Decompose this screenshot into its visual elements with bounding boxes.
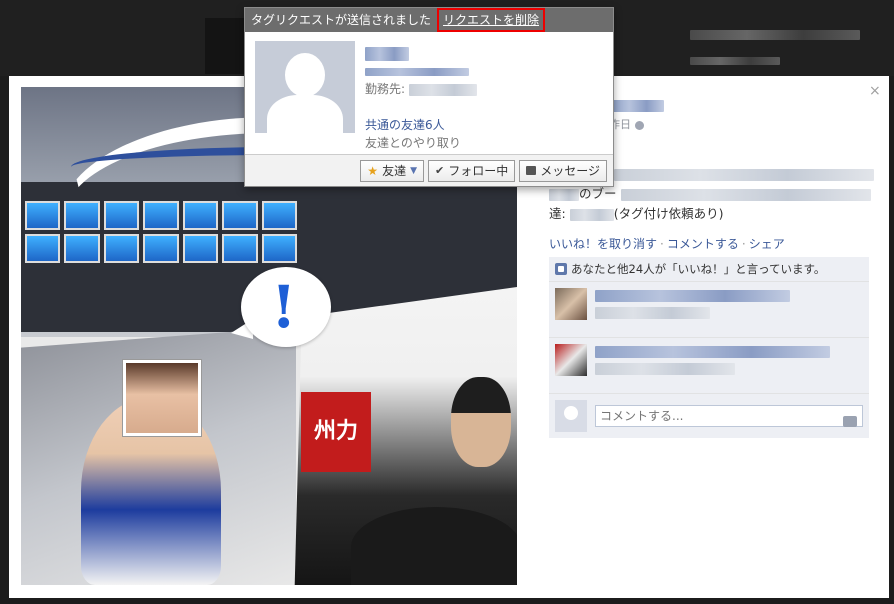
remove-request-link[interactable]: リクエストを削除 <box>437 8 546 32</box>
message-button-label: メッセージ <box>540 164 600 178</box>
viewer-avatar <box>555 400 587 432</box>
commenter-avatar[interactable] <box>555 288 587 320</box>
comment-text-blurred <box>595 344 830 387</box>
speech-bubble: ! <box>241 267 331 347</box>
thumbs-up-icon <box>555 263 567 275</box>
profile-hovercard: タグリクエストが送信されました リクエストを削除 勤務先: 共通の友達6人 友達… <box>244 7 614 187</box>
friend-button[interactable]: ★ 友達 ▼ <box>360 159 424 182</box>
likes-text: あなたと他24人が「いいね！」と言っています。 <box>571 262 826 276</box>
photo-person-foreground <box>351 507 517 585</box>
ufi-box: あなたと他24人が「いいね！」と言っています。 <box>549 257 869 438</box>
interactions-link[interactable]: 友達とのやり取り <box>365 134 477 152</box>
likes-summary[interactable]: あなたと他24人が「いいね！」と言っています。 <box>549 257 869 282</box>
photo-sign: 州力 <box>301 392 371 472</box>
profile-avatar[interactable] <box>255 41 355 133</box>
audience-icon <box>634 120 644 130</box>
comment-text-blurred <box>595 288 790 331</box>
share-link[interactable]: シェア <box>749 237 785 251</box>
work-label: 勤務先: <box>365 82 406 96</box>
commenter-avatar[interactable] <box>555 344 587 376</box>
chevron-down-icon: ▼ <box>410 165 417 176</box>
exclamation-icon: ! <box>271 273 297 341</box>
background-thumbnail <box>205 18 245 74</box>
mutual-friends-link[interactable]: 共通の友達6人 <box>365 116 477 134</box>
hovercard-header: タグリクエストが送信されました リクエストを削除 <box>245 8 613 32</box>
tag-request-sent-text: タグリクエストが送信されました <box>251 13 432 27</box>
background-sidebar-text <box>690 28 860 67</box>
profile-info: 勤務先: 共通の友達6人 友達とのやり取り <box>365 44 477 152</box>
message-icon <box>526 166 537 175</box>
face-tag-box[interactable] <box>123 360 201 436</box>
camera-icon[interactable] <box>843 416 857 427</box>
post-time: 昨日 <box>609 116 644 132</box>
star-icon: ★ <box>367 163 379 178</box>
close-icon[interactable]: × <box>869 83 881 99</box>
hovercard-actions: ★ 友達 ▼ ✔ フォロー中 メッセージ <box>245 154 613 186</box>
comment-input[interactable] <box>595 405 863 427</box>
poster-name[interactable] <box>612 98 664 112</box>
check-icon: ✔ <box>435 164 445 177</box>
photo-person-right <box>451 377 511 467</box>
comment-item <box>549 282 869 338</box>
comment-link[interactable]: コメントする <box>667 237 739 251</box>
message-button[interactable]: メッセージ <box>519 159 607 182</box>
following-button-label: フォロー中 <box>448 164 509 178</box>
tag-pending-note: (タグ付け依頼あり) <box>613 206 724 221</box>
post-actions: いいね！を取り消す · コメントする · シェア <box>549 237 785 251</box>
following-button[interactable]: ✔ フォロー中 <box>428 159 516 182</box>
friend-button-label: 友達 <box>382 164 407 178</box>
comment-composer <box>549 394 869 438</box>
comment-item <box>549 338 869 394</box>
unlike-link[interactable]: いいね！を取り消す <box>549 237 657 251</box>
